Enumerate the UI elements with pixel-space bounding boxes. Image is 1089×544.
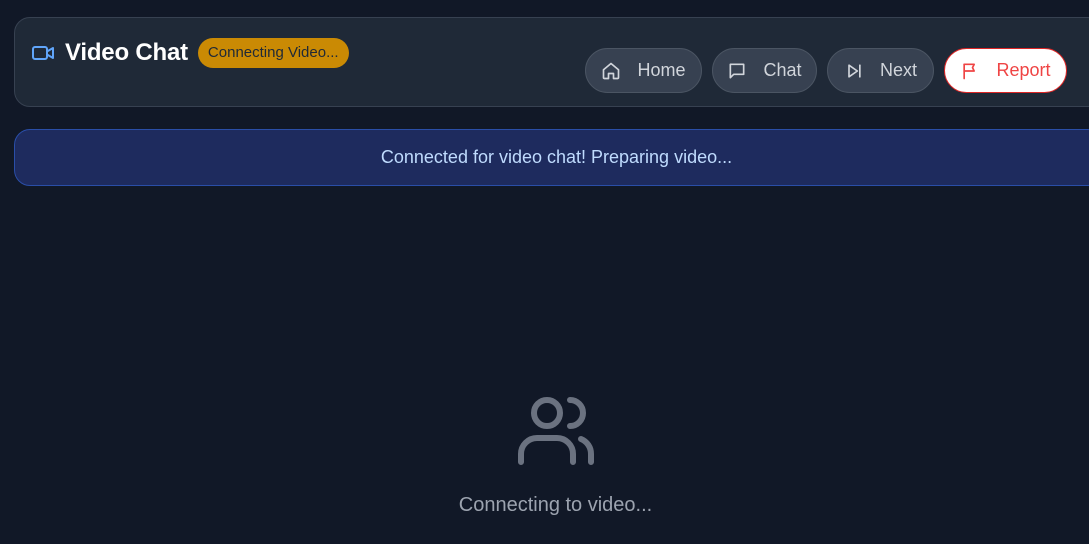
- skip-forward-icon: [844, 61, 864, 81]
- home-button[interactable]: Home: [585, 48, 702, 93]
- banner-message: Connected for video chat! Preparing vide…: [380, 147, 733, 167]
- page-title: Video Chat: [65, 39, 188, 66]
- home-button-label: Home: [637, 60, 686, 80]
- chat-button-label: Chat: [763, 60, 802, 80]
- home-icon: [601, 61, 621, 81]
- flag-icon: [960, 61, 980, 81]
- report-button[interactable]: Report: [944, 48, 1067, 93]
- chat-bubble-icon: [727, 61, 747, 81]
- report-button-label: Report: [996, 60, 1051, 80]
- video-camera-icon: [31, 41, 55, 65]
- next-button-label: Next: [879, 60, 917, 80]
- status-badge: Connecting Video...: [197, 38, 349, 68]
- video-status-text: Connecting to video...: [458, 494, 653, 516]
- brand: Video Chat Connecting Video...: [31, 38, 349, 68]
- connection-banner: Connected for video chat! Preparing vide…: [14, 129, 1089, 186]
- chat-button[interactable]: Chat: [712, 48, 817, 93]
- next-button[interactable]: Next: [827, 48, 934, 93]
- users-icon: [515, 396, 597, 468]
